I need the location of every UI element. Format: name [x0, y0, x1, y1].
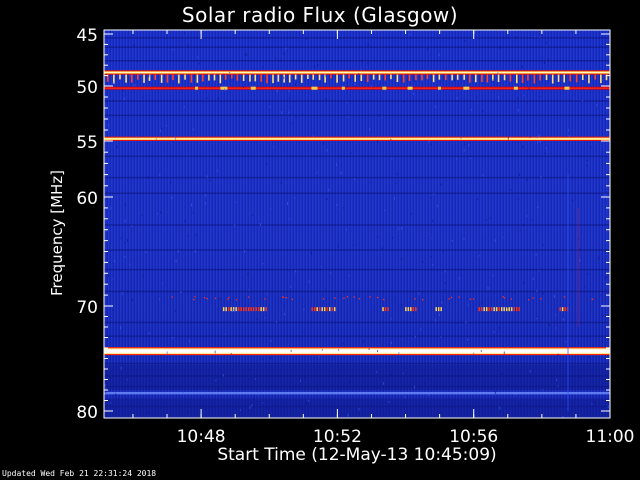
channel-gap-line	[104, 224, 610, 226]
vertical-interference	[577, 207, 579, 327]
channel-gap-line	[104, 321, 610, 324]
channel-gap-line	[104, 114, 610, 117]
emission-band	[104, 70, 610, 75]
channel-gap-line	[104, 100, 610, 102]
spectrogram-page: Solar radio Flux (Glasgow) Frequency [MH…	[0, 0, 640, 480]
channel-gap-line	[104, 155, 610, 158]
plot-area	[104, 30, 610, 419]
y-tick-label: 60	[76, 189, 98, 209]
low-band-region	[104, 364, 610, 390]
x-tick-label: 11:00	[586, 427, 635, 447]
emission-band	[104, 347, 610, 356]
channel-gap-line	[104, 335, 610, 337]
bottom-band-region	[104, 398, 610, 418]
channel-gap-line	[104, 249, 610, 251]
y-tick-label: 45	[76, 26, 98, 46]
x-tick-label: 10:48	[177, 427, 226, 447]
y-tick-label: 50	[76, 78, 98, 98]
y-tick-label: 70	[76, 298, 98, 318]
channel-gap-line	[104, 46, 610, 48]
emission-band	[104, 86, 610, 90]
vertical-interference	[567, 174, 569, 411]
channel-gap-line	[104, 60, 610, 62]
channel-gap-line	[104, 268, 610, 271]
channel-gap-line	[104, 176, 610, 179]
channel-gap-line	[104, 290, 610, 293]
y-tick-label: 80	[76, 403, 98, 423]
channel-gap-line	[104, 362, 610, 365]
channel-gap-line	[104, 192, 610, 195]
channel-gap-line	[104, 37, 610, 39]
spectrogram-chart: 45 50 55 60 70 80 10:48 10:52 10:56 11:00	[76, 26, 635, 447]
emission-band	[104, 391, 610, 395]
emission-band	[104, 136, 610, 141]
y-tick-label: 55	[76, 133, 98, 153]
x-tick-label: 10:52	[313, 427, 362, 447]
x-tick-label: 10:56	[449, 427, 498, 447]
